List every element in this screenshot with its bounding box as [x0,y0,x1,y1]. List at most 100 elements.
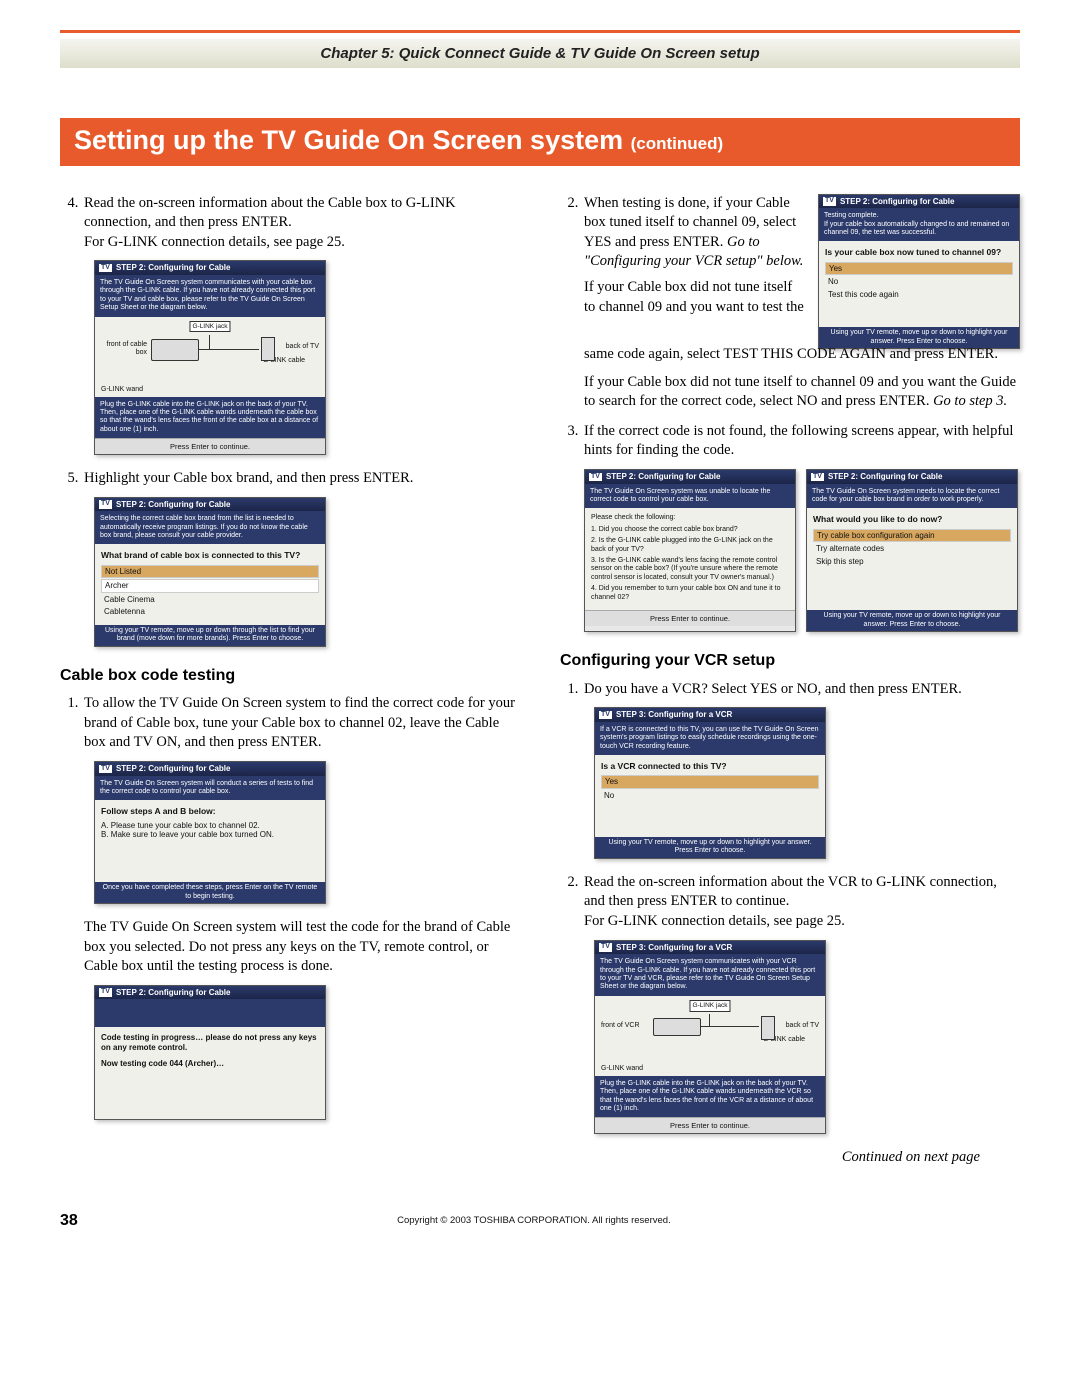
dlg-foot: Using your TV remote, move up or down to… [807,610,1017,631]
dlg-title: TV STEP 3: Configuring for a VCR [595,941,825,955]
option-archer[interactable]: Archer [101,579,319,593]
title-suffix: (continued) [631,134,724,153]
step2-text-block: When testing is done, if your Cable box … [584,194,806,325]
option-test-again[interactable]: Test this code again [825,289,1013,301]
dlg-title: TV STEP 2: Configuring for Cable [807,470,1017,484]
dlg-title-text: STEP 2: Configuring for Cable [828,472,943,482]
dlg-title-text: STEP 3: Configuring for a VCR [616,943,732,953]
dlg-title-text: STEP 2: Configuring for Cable [116,988,231,998]
footer: 38 Copyright © 2003 TOSHIBA CORPORATION.… [60,1212,1020,1230]
hint-4: 4. Did you remember to turn your cable b… [591,585,789,602]
dialog-code-testing: TV STEP 2: Configuring for Cable Code te… [94,985,326,1121]
option-no[interactable]: No [601,790,819,802]
label-back: back of TV [786,1022,819,1030]
step3-text: If the correct code is not found, the fo… [584,423,1013,459]
tv-back-icon [261,337,275,361]
dlg-top: The TV Guide On Screen system communicat… [595,954,825,996]
option-yes[interactable]: Yes [601,775,819,789]
label-front-vcr: front of VCR [601,1022,640,1030]
dlg-title-text: STEP 2: Configuring for Cable [606,472,721,482]
label-wand: G-LINK wand [101,386,143,394]
wire-icon [199,349,259,350]
page: Chapter 5: Quick Connect Guide & TV Guid… [0,0,1080,1260]
option-try-config-again[interactable]: Try cable box configuration again [813,529,1011,543]
glink-diagram: G-LINK jack front of cable box back of T… [95,317,325,397]
dialog-hints: TV STEP 2: Configuring for Cable The TV … [584,469,796,632]
tv-logo-icon: TV [823,197,836,205]
dialog-vcr-glink: TV STEP 3: Configuring for a VCR The TV … [594,940,826,1135]
dlg-top-text: The TV Guide On Screen system communicat… [95,275,325,317]
dlg-top-text: Testing complete. If your cable box auto… [819,208,1019,241]
chapter-bar: Chapter 5: Quick Connect Guide & TV Guid… [60,39,1020,68]
wire-up-icon [709,1014,710,1026]
step-4: Read the on-screen information about the… [82,194,520,455]
dlg-foot: Press Enter to continue. [95,438,325,454]
right-step-2: When testing is done, if your Cable box … [582,194,1020,412]
option-no[interactable]: No [825,276,1013,288]
vcr-step2-b: For G-LINK connection details, see page … [584,913,845,929]
dlg-foot: Using your TV remote, move up or down to… [595,837,825,858]
right-column: When testing is done, if your Cable box … [560,194,1020,1176]
hint-1: 1. Did you choose the correct cable box … [591,526,789,534]
dialog-brand-select: TV STEP 2: Configuring for Cable Selecti… [94,497,326,647]
dlg-top: If a VCR is connected to this TV, you ca… [595,722,825,755]
dlg-foot: Once you have completed these steps, pre… [95,882,325,903]
dlg-foot: Press Enter to continue. [595,1117,825,1133]
tv-logo-icon: TV [599,711,612,719]
right-list-2-3: When testing is done, if your Cable box … [560,194,1020,632]
tv-logo-icon: TV [589,473,602,481]
tv-logo-icon: TV [811,473,824,481]
cable-test-list: To allow the TV Guide On Screen system t… [60,694,520,1120]
dlg-title: TV STEP 2: Configuring for Cable [95,261,325,275]
step-b: B. Make sure to leave your cable box tur… [101,830,319,840]
step2-b-cont: same code again, select TEST THIS CODE A… [584,345,1020,365]
option-cabletenna[interactable]: Cabletenna [101,606,319,618]
option-skip-step[interactable]: Skip this step [813,556,1011,568]
wire-icon [701,1026,759,1027]
tv-back-icon [761,1016,775,1040]
label-front: front of cable box [101,341,147,358]
step4-text-a: Read the on-screen information about the… [84,195,456,231]
dlg-top: The TV Guide On Screen system needs to l… [807,484,1017,509]
vcr-step1-text: Do you have a VCR? Select YES or NO, and… [584,681,962,697]
dlg-title: TV STEP 2: Configuring for Cable [95,986,325,1000]
option-not-listed[interactable]: Not Listed [101,565,319,579]
continued-note: Continued on next page [560,1148,980,1168]
option-try-alt-codes[interactable]: Try alternate codes [813,543,1011,555]
dlg-title: TV STEP 2: Configuring for Cable [819,195,1019,209]
dialog-what-next: TV STEP 2: Configuring for Cable The TV … [806,469,1018,632]
subhead-vcr: Configuring your VCR setup [560,650,1020,672]
subhead-cable-test: Cable box code testing [60,665,520,687]
dlg-body: What would you like to do now? Try cable… [807,508,1017,610]
dlg-foot: Press Enter to continue. [585,610,795,626]
dlg-question: Follow steps A and B below: [101,806,319,816]
option-yes[interactable]: Yes [825,262,1013,276]
dlg-title-text: STEP 2: Configuring for Cable [116,263,231,273]
testing-line1: Code testing in progress… please do not … [101,1033,319,1052]
dlg-foot: Using your TV remote, move up or down th… [95,625,325,646]
dlg-title-text: STEP 2: Configuring for Cable [116,500,231,510]
dlg-top-text: The TV Guide On Screen system will condu… [95,776,325,801]
step2-a: When testing is done, if your Cable box … [584,195,796,250]
top-rule [60,30,1020,33]
dlg-title: TV STEP 2: Configuring for Cable [95,762,325,776]
vcr-diagram: G-LINK jack front of VCR back of TV G-LI… [595,996,825,1076]
test-step-1: To allow the TV Guide On Screen system t… [82,694,520,1120]
step2-c-italic: Go to step 3. [933,393,1007,409]
page-title: Setting up the TV Guide On Screen system… [60,118,1020,166]
hint-3: 3. Is the G-LINK cable wand's lens facin… [591,557,789,582]
tv-logo-icon: TV [99,500,112,508]
vcr-icon [653,1018,701,1036]
dlg-title-text: STEP 2: Configuring for Cable [840,197,955,207]
dlg-question: Is a VCR connected to this TV? [601,761,819,771]
tv-logo-icon: TV [99,765,112,773]
right-step-3: If the correct code is not found, the fo… [582,422,1020,632]
step2-wrap: When testing is done, if your Cable box … [584,194,1020,350]
tv-logo-icon: TV [599,943,612,951]
dlg-mid-text: Plug the G-LINK cable into the G-LINK ja… [95,397,325,439]
dlg-title: TV STEP 2: Configuring for Cable [585,470,795,484]
dlg-body: Please check the following: 1. Did you c… [585,508,795,610]
copyright: Copyright © 2003 TOSHIBA CORPORATION. Al… [78,1215,990,1226]
tv-logo-icon: TV [99,264,112,272]
option-cable-cinema[interactable]: Cable Cinema [101,594,319,606]
